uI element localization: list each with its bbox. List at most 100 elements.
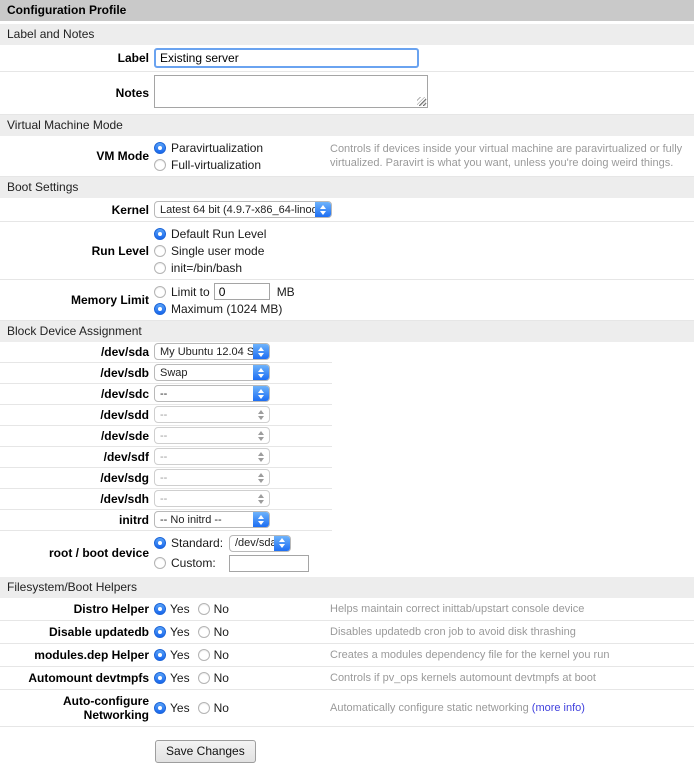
sdg-select[interactable]: -- (154, 469, 270, 486)
sdc-select[interactable]: -- (154, 385, 270, 402)
no-label: No (214, 701, 229, 715)
automount-devtmpfs-label: Automount devtmpfs (0, 671, 149, 685)
device-row-sda: /dev/sda My Ubuntu 12.04 Server (0, 342, 332, 363)
notes-textarea[interactable] (154, 75, 428, 108)
disable-updatedb-label: Disable updatedb (0, 625, 149, 639)
block-device-table: /dev/sda My Ubuntu 12.04 Server /dev/sdb… (0, 342, 332, 577)
helper-help: Controls if pv_ops kernels automount dev… (330, 671, 694, 685)
section-block-device-assignment: Block Device Assignment (0, 321, 694, 342)
notes-row: Notes (0, 72, 694, 115)
radio-init-bin-bash[interactable] (154, 262, 166, 274)
yes-label: Yes (170, 602, 190, 616)
device-label: /dev/sdg (0, 471, 149, 485)
standard-root-select[interactable]: /dev/sda (229, 535, 291, 552)
section-virtual-machine-mode: Virtual Machine Mode (0, 115, 694, 136)
radio-no[interactable] (198, 603, 210, 615)
radio-yes[interactable] (154, 603, 166, 615)
sdh-select[interactable]: -- (154, 490, 270, 507)
radio-single-user-mode[interactable] (154, 245, 166, 257)
kernel-select[interactable]: Latest 64 bit (4.9.7-x86_64-linode80) (154, 201, 332, 218)
helper-help: Disables updatedb cron job to avoid disk… (330, 625, 694, 639)
radio-no[interactable] (198, 649, 210, 661)
device-label: /dev/sde (0, 429, 149, 443)
helper-help-text: Automatically configure static networkin… (330, 702, 529, 714)
helper-help: Creates a modules dependency file for th… (330, 648, 694, 662)
radio-no[interactable] (198, 672, 210, 684)
more-info-link[interactable]: (more info) (532, 702, 585, 714)
root-boot-device-label: root / boot device (0, 546, 149, 560)
select-value: My Ubuntu 12.04 Server (155, 346, 253, 358)
auto-configure-networking-row: Auto-configure Networking Yes No Automat… (0, 690, 694, 727)
memory-unit-label: MB (277, 285, 295, 299)
helper-help: Helps maintain correct inittab/upstart c… (330, 602, 694, 616)
sda-select[interactable]: My Ubuntu 12.04 Server (154, 343, 270, 360)
radio-no[interactable] (198, 626, 210, 638)
sdf-select[interactable]: -- (154, 448, 270, 465)
select-value: -- No initrd -- (155, 514, 253, 526)
chevron-updown-icon (253, 407, 269, 422)
no-label: No (214, 671, 229, 685)
modules-dep-helper-row: modules.dep Helper Yes No Creates a modu… (0, 644, 694, 667)
custom-root-input[interactable] (229, 555, 309, 572)
memory-limit-input[interactable] (214, 283, 270, 300)
vm-mode-row: VM Mode Paravirtualization Full-virtuali… (0, 136, 694, 177)
radio-yes[interactable] (154, 626, 166, 638)
yes-label: Yes (170, 625, 190, 639)
label-row: Label (0, 45, 694, 72)
sdb-select[interactable]: Swap (154, 364, 270, 381)
initrd-select[interactable]: -- No initrd -- (154, 511, 270, 528)
select-value: -- (155, 493, 253, 505)
radio-limit-to-label: Limit to (171, 285, 210, 299)
memory-limit-label: Memory Limit (0, 293, 149, 307)
no-label: No (214, 648, 229, 662)
distro-helper-label: Distro Helper (0, 602, 149, 616)
device-label: /dev/sdd (0, 408, 149, 422)
radio-yes[interactable] (154, 702, 166, 714)
notes-field-label: Notes (0, 86, 149, 100)
radio-full-virtualization[interactable] (154, 159, 166, 171)
yes-label: Yes (170, 648, 190, 662)
auto-configure-networking-label: Auto-configure Networking (0, 694, 149, 722)
section-filesystem-boot-helpers: Filesystem/Boot Helpers (0, 577, 694, 598)
section-label-and-notes: Label and Notes (0, 24, 694, 45)
radio-yes[interactable] (154, 672, 166, 684)
select-value: -- (155, 430, 253, 442)
radio-standard-root[interactable] (154, 537, 166, 549)
chevron-updown-icon (253, 491, 269, 506)
select-value: -- (155, 409, 253, 421)
radio-paravirtualization[interactable] (154, 142, 166, 154)
select-value: /dev/sda (230, 537, 274, 549)
radio-maximum-memory-label: Maximum (1024 MB) (171, 302, 282, 316)
chevron-updown-icon (274, 536, 290, 551)
kernel-label: Kernel (0, 203, 149, 217)
label-field-label: Label (0, 51, 149, 65)
label-input[interactable] (154, 48, 419, 68)
chevron-updown-icon (253, 449, 269, 464)
save-changes-button[interactable]: Save Changes (155, 740, 256, 763)
run-level-row: Run Level Default Run Level Single user … (0, 222, 694, 280)
kernel-row: Kernel Latest 64 bit (4.9.7-x86_64-linod… (0, 198, 694, 222)
sdd-select[interactable]: -- (154, 406, 270, 423)
vm-mode-label: VM Mode (0, 149, 149, 163)
device-label: /dev/sda (0, 345, 149, 359)
chevron-updown-icon (253, 512, 269, 527)
chevron-updown-icon (253, 344, 269, 359)
radio-limit-to[interactable] (154, 286, 166, 298)
page-title: Configuration Profile (0, 0, 694, 21)
no-label: No (214, 625, 229, 639)
chevron-updown-icon (253, 470, 269, 485)
radio-full-virtualization-label: Full-virtualization (171, 158, 261, 172)
run-level-label: Run Level (0, 244, 149, 258)
device-row-sdh: /dev/sdh -- (0, 489, 332, 510)
sde-select[interactable]: -- (154, 427, 270, 444)
radio-maximum-memory[interactable] (154, 303, 166, 315)
radio-yes[interactable] (154, 649, 166, 661)
radio-custom-root[interactable] (154, 557, 166, 569)
radio-paravirtualization-label: Paravirtualization (171, 141, 263, 155)
modules-dep-helper-label: modules.dep Helper (0, 648, 149, 662)
device-row-sdc: /dev/sdc -- (0, 384, 332, 405)
radio-no[interactable] (198, 702, 210, 714)
radio-default-run-level[interactable] (154, 228, 166, 240)
distro-helper-row: Distro Helper Yes No Helps maintain corr… (0, 598, 694, 621)
radio-default-run-level-label: Default Run Level (171, 227, 266, 241)
